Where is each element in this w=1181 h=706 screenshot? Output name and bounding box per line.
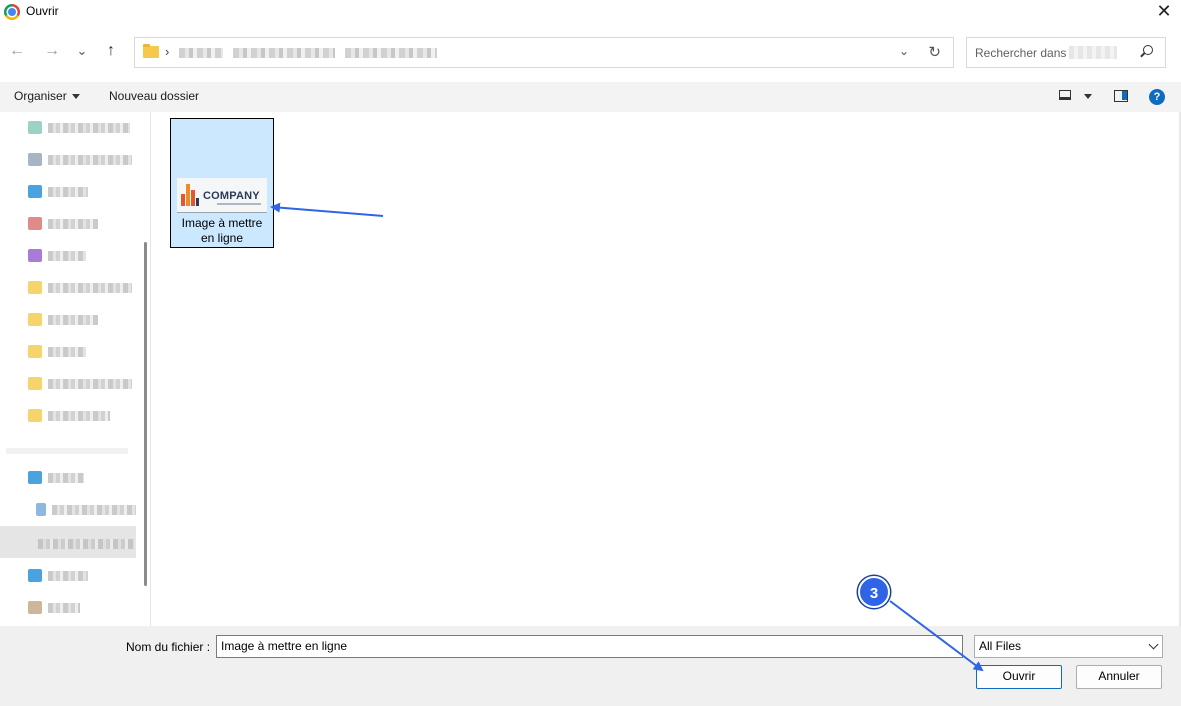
sidebar-item-label-blurred <box>48 379 132 389</box>
sidebar-tree-item[interactable] <box>8 470 116 486</box>
sidebar-divider <box>6 448 128 454</box>
file-type-value: All Files <box>979 639 1022 653</box>
sidebar-item-label-blurred <box>48 155 132 165</box>
sidebar-selected-item[interactable] <box>0 526 136 558</box>
sidebar-tree-item[interactable] <box>16 502 136 518</box>
filename-label: Nom du fichier : <box>126 640 211 654</box>
file-thumbnail: COMPANY <box>177 178 267 213</box>
sidebar-item-label-blurred <box>48 411 110 421</box>
navigation-pane <box>0 112 151 626</box>
company-logo-icon <box>181 184 199 206</box>
search-box[interactable]: Rechercher dans : <box>966 37 1166 68</box>
sidebar-item-label-blurred <box>48 315 98 325</box>
search-location-blurred <box>1069 46 1117 59</box>
sidebar-item-label-blurred <box>48 187 88 197</box>
chevron-down-icon <box>1148 639 1159 650</box>
sidebar-item-label-blurred <box>48 123 130 133</box>
breadcrumb-separator-icon: › <box>165 44 170 59</box>
open-button[interactable]: Ouvrir <box>976 665 1062 689</box>
help-icon[interactable]: ? <box>1149 89 1165 105</box>
file-type-select[interactable]: All Files <box>974 635 1163 658</box>
sidebar-item-label-blurred <box>48 219 98 229</box>
breadcrumb-blurred-segment[interactable] <box>179 48 223 58</box>
title-bar: Ouvrir ✕ <box>0 0 1181 24</box>
forward-arrow-icon[interactable]: → <box>40 39 64 63</box>
thumbnail-logo-text: COMPANY <box>203 190 260 202</box>
sidebar-item-label-blurred <box>48 571 88 581</box>
close-icon[interactable]: ✕ <box>1147 0 1181 24</box>
file-list: COMPANY Image à mettre en ligne <box>151 112 1181 626</box>
sidebar-item-label-blurred <box>48 347 86 357</box>
sidebar-item-icon <box>28 185 42 198</box>
sidebar-item-icon <box>28 153 42 166</box>
sidebar-item-label-blurred <box>52 505 136 515</box>
file-name-label: Image à mettre en ligne <box>171 216 273 246</box>
sidebar-item-label-blurred <box>38 539 134 549</box>
sidebar-item[interactable] <box>28 216 136 232</box>
sidebar-folder-item[interactable] <box>28 280 136 296</box>
search-icon[interactable] <box>1143 45 1153 55</box>
breadcrumb-blurred-segment[interactable] <box>233 48 335 58</box>
search-placeholder: Rechercher dans : <box>975 46 1074 60</box>
refresh-icon[interactable]: ↻ <box>928 43 941 61</box>
address-bar[interactable]: › ⌄ ↻ <box>134 37 954 68</box>
recent-locations-chevron-icon[interactable]: ⌄ <box>70 39 94 63</box>
sidebar-tree-item[interactable] <box>8 568 116 584</box>
file-name-line-2: en ligne <box>200 231 244 245</box>
folder-icon <box>143 44 159 58</box>
cancel-button[interactable]: Annuler <box>1076 665 1162 689</box>
sidebar-item-icon <box>28 121 42 134</box>
folder-icon <box>28 409 42 422</box>
sidebar-folder-item[interactable] <box>28 408 136 424</box>
sidebar-tree-item[interactable] <box>8 600 116 616</box>
new-folder-button[interactable]: Nouveau dossier <box>109 89 199 103</box>
sidebar-scrollbar[interactable] <box>144 242 147 586</box>
sidebar-folder-item[interactable] <box>28 376 136 392</box>
file-item-selected[interactable]: COMPANY Image à mettre en ligne <box>170 118 274 248</box>
sidebar-folder-item[interactable] <box>28 312 136 328</box>
sidebar-item-icon <box>36 503 46 516</box>
folder-icon <box>28 377 42 390</box>
sidebar-item[interactable] <box>28 184 136 200</box>
sidebar-item-label-blurred <box>48 251 86 261</box>
file-name-line-1: Image à mettre <box>181 216 263 230</box>
folder-icon <box>28 313 42 326</box>
back-arrow-icon[interactable]: ← <box>5 39 29 63</box>
breadcrumb-blurred-segment[interactable] <box>345 48 437 58</box>
folder-icon <box>28 345 42 358</box>
sidebar-item-label-blurred <box>48 603 80 613</box>
sidebar-item[interactable] <box>28 248 136 264</box>
window-title: Ouvrir <box>26 4 59 18</box>
filename-input[interactable]: Image à mettre en ligne <box>216 635 963 658</box>
organize-label: Organiser <box>14 89 67 103</box>
sidebar-item-icon <box>28 249 42 262</box>
preview-pane-icon[interactable] <box>1114 90 1128 102</box>
navigation-bar: ← → ⌄ ↑ › ⌄ ↻ Rechercher dans : <box>0 24 1181 82</box>
dialog-footer: Nom du fichier : Image à mettre en ligne… <box>0 626 1181 706</box>
folder-icon <box>28 281 42 294</box>
sidebar-folder-item[interactable] <box>28 344 136 360</box>
chrome-icon <box>4 4 20 20</box>
view-options-caret-icon[interactable] <box>1084 94 1092 99</box>
sidebar-item-icon <box>28 569 42 582</box>
thumbnail-tagline-line <box>217 203 261 205</box>
address-history-chevron-icon[interactable]: ⌄ <box>899 44 909 58</box>
organize-menu-button[interactable]: Organiser <box>14 89 80 103</box>
sidebar-item-icon <box>28 601 42 614</box>
sidebar-item-icon <box>28 471 42 484</box>
sidebar-item-label-blurred <box>48 473 84 483</box>
sidebar-item[interactable] <box>28 152 136 168</box>
step-number-badge: 3 <box>858 576 890 608</box>
dropdown-caret-icon <box>71 94 80 100</box>
sidebar-item-label-blurred <box>48 283 132 293</box>
sidebar-item-icon <box>28 217 42 230</box>
up-arrow-icon[interactable]: ↑ <box>99 39 123 63</box>
view-mode-icon[interactable] <box>1059 90 1071 100</box>
sidebar-item[interactable] <box>28 120 136 136</box>
command-toolbar: Organiser Nouveau dossier ? <box>0 82 1181 112</box>
